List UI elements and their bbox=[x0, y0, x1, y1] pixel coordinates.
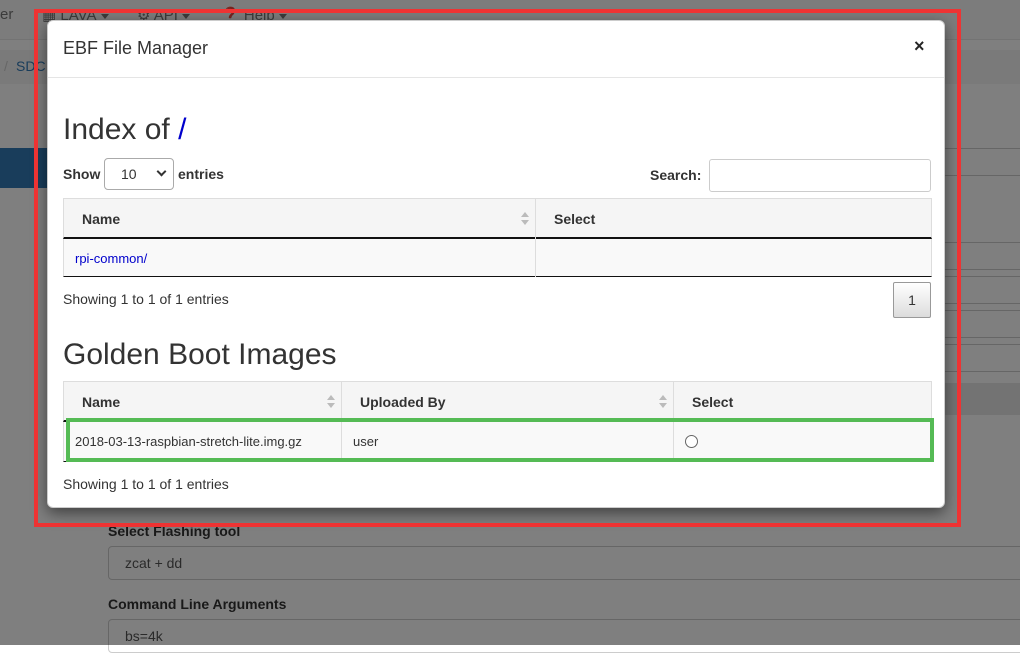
entries-label: entries bbox=[178, 166, 224, 182]
table-cell-name: 2018-03-13-raspbian-stretch-lite.img.gz bbox=[64, 422, 342, 462]
search-input[interactable] bbox=[709, 159, 931, 192]
index-heading: Index of / bbox=[63, 113, 187, 146]
index-path-link[interactable]: / bbox=[178, 113, 186, 146]
index-table-header: Name Select bbox=[63, 198, 932, 240]
golden-boot-images-heading: Golden Boot Images bbox=[63, 338, 337, 371]
index-table: Name Select rpi-common/ bbox=[63, 198, 932, 278]
folder-link[interactable]: rpi-common/ bbox=[75, 251, 147, 266]
table-row: rpi-common/ bbox=[63, 239, 932, 277]
sort-icon bbox=[659, 395, 667, 411]
table-cell-select bbox=[536, 239, 932, 277]
table-row: 2018-03-13-raspbian-stretch-lite.img.gz … bbox=[63, 422, 932, 462]
golden-table-header: Name Uploaded By Select bbox=[63, 381, 932, 423]
close-button[interactable]: × bbox=[914, 36, 930, 56]
ebf-file-manager-modal: EBF File Manager × Index of / Show 10 en… bbox=[47, 20, 945, 508]
search-label: Search: bbox=[650, 167, 702, 183]
table-cell-uploaded-by: user bbox=[342, 422, 674, 462]
table-cell-name: rpi-common/ bbox=[64, 239, 536, 277]
column-header-select: Select bbox=[692, 394, 734, 410]
image-select-radio[interactable] bbox=[685, 435, 698, 448]
column-header-uploaded-by[interactable]: Uploaded By bbox=[342, 382, 674, 423]
chevron-down-icon bbox=[156, 166, 167, 177]
table-cell-select bbox=[674, 422, 932, 462]
modal-title: EBF File Manager bbox=[63, 38, 209, 58]
index-table-info: Showing 1 to 1 of 1 entries bbox=[63, 291, 229, 307]
column-header-name[interactable]: Name bbox=[64, 199, 536, 240]
sort-icon bbox=[521, 212, 529, 228]
sort-icon bbox=[327, 395, 335, 411]
entries-per-page-select[interactable]: 10 bbox=[104, 158, 174, 190]
pagination-page-1[interactable]: 1 bbox=[893, 282, 931, 318]
show-label: Show bbox=[63, 166, 101, 182]
golden-images-table: Name Uploaded By Select 2018-03-13-raspb… bbox=[63, 381, 932, 463]
golden-table-info: Showing 1 to 1 of 1 entries bbox=[63, 476, 229, 492]
column-header-name[interactable]: Name bbox=[64, 382, 342, 423]
modal-header: EBF File Manager × bbox=[48, 21, 944, 78]
column-header-select: Select bbox=[554, 211, 596, 227]
